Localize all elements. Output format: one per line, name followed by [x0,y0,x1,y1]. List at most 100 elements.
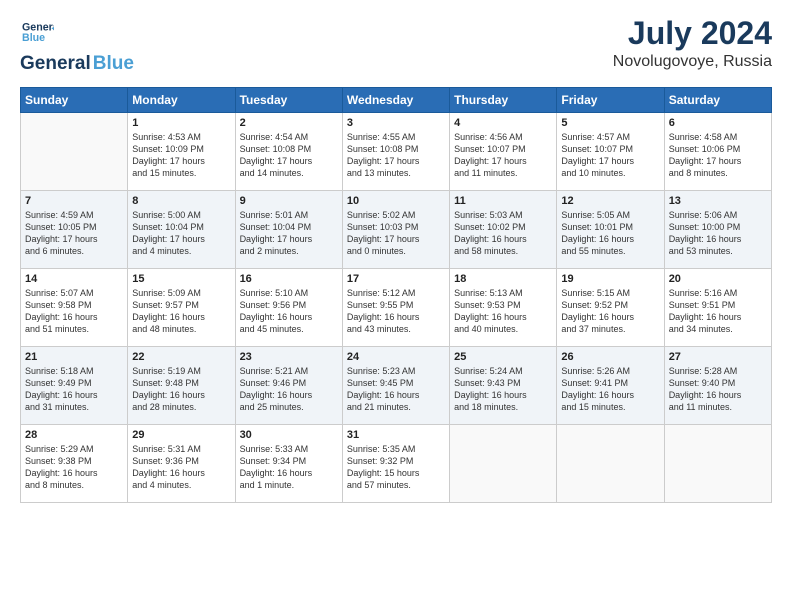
day-number: 28 [25,429,123,441]
day-number: 24 [347,351,445,363]
day-number: 25 [454,351,552,363]
day-info: Sunrise: 4:57 AM Sunset: 10:07 PM Daylig… [561,131,659,180]
calendar-cell: 16 Sunrise: 5:10 AM Sunset: 9:56 PM Dayli… [235,269,342,347]
day-info: Sunrise: 5:31 AM Sunset: 9:36 PM Dayligh… [132,443,230,492]
weekday-header-friday: Friday [557,88,664,113]
calendar-cell: 6 Sunrise: 4:58 AM Sunset: 10:06 PM Dayli… [664,113,771,191]
calendar-cell [450,425,557,503]
day-info: Sunrise: 5:19 AM Sunset: 9:48 PM Dayligh… [132,365,230,414]
day-number: 31 [347,429,445,441]
calendar-cell [21,113,128,191]
calendar-cell: 29Sunrise: 5:31 AM Sunset: 9:36 PM Dayli… [128,425,235,503]
calendar-cell: 7Sunrise: 4:59 AM Sunset: 10:05 PM Dayli… [21,191,128,269]
calendar-cell: 11 Sunrise: 5:03 AM Sunset: 10:02 PM Dayl… [450,191,557,269]
day-number: 20 [669,273,767,285]
calendar-cell: 26 Sunrise: 5:26 AM Sunset: 9:41 PM Dayli… [557,347,664,425]
calendar-cell: 14 Sunrise: 5:07 AM Sunset: 9:58 PM Dayli… [21,269,128,347]
title-block: July 2024 Novolugovoye, Russia [613,16,772,71]
calendar-cell: 22 Sunrise: 5:19 AM Sunset: 9:48 PM Dayli… [128,347,235,425]
day-info: Sunrise: 5:21 AM Sunset: 9:46 PM Dayligh… [240,365,338,414]
day-info: Sunrise: 5:24 AM Sunset: 9:43 PM Dayligh… [454,365,552,414]
day-number: 10 [347,195,445,207]
weekday-header-monday: Monday [128,88,235,113]
day-number: 5 [561,117,659,129]
day-info: Sunrise: 4:53 AM Sunset: 10:09 PM Daylig… [132,131,230,180]
calendar-cell: 20Sunrise: 5:16 AM Sunset: 9:51 PM Dayli… [664,269,771,347]
calendar-cell: 30 Sunrise: 5:33 AM Sunset: 9:34 PM Dayli… [235,425,342,503]
calendar-week-row: 28 Sunrise: 5:29 AM Sunset: 9:38 PM Dayli… [21,425,772,503]
day-number: 11 [454,195,552,207]
day-info: Sunrise: 4:55 AM Sunset: 10:08 PM Daylig… [347,131,445,180]
day-number: 27 [669,351,767,363]
weekday-header-tuesday: Tuesday [235,88,342,113]
logo-general: General [20,53,91,75]
day-info: Sunrise: 5:23 AM Sunset: 9:45 PM Dayligh… [347,365,445,414]
day-number: 17 [347,273,445,285]
calendar-cell: 1 Sunrise: 4:53 AM Sunset: 10:09 PM Dayli… [128,113,235,191]
day-info: Sunrise: 5:01 AM Sunset: 10:04 PM Daylig… [240,209,338,258]
day-info: Sunrise: 5:26 AM Sunset: 9:41 PM Dayligh… [561,365,659,414]
logo-icon: General Blue [22,16,54,48]
day-info: Sunrise: 5:29 AM Sunset: 9:38 PM Dayligh… [25,443,123,492]
calendar-cell: 10 Sunrise: 5:02 AM Sunset: 10:03 PM Dayl… [342,191,449,269]
calendar-cell: 21Sunrise: 5:18 AM Sunset: 9:49 PM Dayli… [21,347,128,425]
day-number: 3 [347,117,445,129]
calendar-cell: 28 Sunrise: 5:29 AM Sunset: 9:38 PM Dayli… [21,425,128,503]
day-info: Sunrise: 4:56 AM Sunset: 10:07 PM Daylig… [454,131,552,180]
calendar-cell: 18Sunrise: 5:13 AM Sunset: 9:53 PM Dayli… [450,269,557,347]
day-number: 4 [454,117,552,129]
day-info: Sunrise: 5:28 AM Sunset: 9:40 PM Dayligh… [669,365,767,414]
day-info: Sunrise: 5:10 AM Sunset: 9:56 PM Dayligh… [240,287,338,336]
day-info: Sunrise: 5:33 AM Sunset: 9:34 PM Dayligh… [240,443,338,492]
calendar-cell: 8 Sunrise: 5:00 AM Sunset: 10:04 PM Dayli… [128,191,235,269]
day-number: 15 [132,273,230,285]
svg-text:Blue: Blue [22,32,45,44]
day-info: Sunrise: 5:07 AM Sunset: 9:58 PM Dayligh… [25,287,123,336]
day-number: 22 [132,351,230,363]
day-number: 6 [669,117,767,129]
day-info: Sunrise: 5:02 AM Sunset: 10:03 PM Daylig… [347,209,445,258]
day-info: Sunrise: 4:54 AM Sunset: 10:08 PM Daylig… [240,131,338,180]
calendar-week-row: 21Sunrise: 5:18 AM Sunset: 9:49 PM Dayli… [21,347,772,425]
day-info: Sunrise: 4:58 AM Sunset: 10:06 PM Daylig… [669,131,767,180]
calendar-cell: 17 Sunrise: 5:12 AM Sunset: 9:55 PM Dayli… [342,269,449,347]
day-info: Sunrise: 5:15 AM Sunset: 9:52 PM Dayligh… [561,287,659,336]
calendar-table: SundayMondayTuesdayWednesdayThursdayFrid… [20,87,772,503]
day-info: Sunrise: 5:03 AM Sunset: 10:02 PM Daylig… [454,209,552,258]
calendar-cell: 15Sunrise: 5:09 AM Sunset: 9:57 PM Dayli… [128,269,235,347]
day-number: 13 [669,195,767,207]
location-title: Novolugovoye, Russia [613,53,772,71]
day-info: Sunrise: 5:05 AM Sunset: 10:01 PM Daylig… [561,209,659,258]
calendar-cell: 19 Sunrise: 5:15 AM Sunset: 9:52 PM Dayli… [557,269,664,347]
calendar-cell [664,425,771,503]
calendar-cell: 3 Sunrise: 4:55 AM Sunset: 10:08 PM Dayli… [342,113,449,191]
day-info: Sunrise: 4:59 AM Sunset: 10:05 PM Daylig… [25,209,123,258]
calendar-cell: 5 Sunrise: 4:57 AM Sunset: 10:07 PM Dayli… [557,113,664,191]
day-number: 21 [25,351,123,363]
day-info: Sunrise: 5:12 AM Sunset: 9:55 PM Dayligh… [347,287,445,336]
day-number: 14 [25,273,123,285]
day-number: 8 [132,195,230,207]
calendar-cell: 13 Sunrise: 5:06 AM Sunset: 10:00 PM Dayl… [664,191,771,269]
calendar-cell: 25 Sunrise: 5:24 AM Sunset: 9:43 PM Dayli… [450,347,557,425]
day-number: 30 [240,429,338,441]
calendar-cell: 23 Sunrise: 5:21 AM Sunset: 9:46 PM Dayli… [235,347,342,425]
month-year-title: July 2024 [613,16,772,51]
day-info: Sunrise: 5:00 AM Sunset: 10:04 PM Daylig… [132,209,230,258]
calendar-cell: 9Sunrise: 5:01 AM Sunset: 10:04 PM Dayli… [235,191,342,269]
day-number: 23 [240,351,338,363]
day-number: 1 [132,117,230,129]
logo: General Blue General Blue [20,16,134,75]
day-info: Sunrise: 5:06 AM Sunset: 10:00 PM Daylig… [669,209,767,258]
day-info: Sunrise: 5:35 AM Sunset: 9:32 PM Dayligh… [347,443,445,492]
weekday-header-sunday: Sunday [21,88,128,113]
day-number: 26 [561,351,659,363]
calendar-week-row: 7Sunrise: 4:59 AM Sunset: 10:05 PM Dayli… [21,191,772,269]
calendar-cell [557,425,664,503]
calendar-cell: 2Sunrise: 4:54 AM Sunset: 10:08 PM Dayli… [235,113,342,191]
page-header: General Blue General Blue July 2024 Novo… [20,16,772,75]
day-number: 16 [240,273,338,285]
weekday-header-saturday: Saturday [664,88,771,113]
calendar-cell: 31 Sunrise: 5:35 AM Sunset: 9:32 PM Dayli… [342,425,449,503]
day-number: 19 [561,273,659,285]
